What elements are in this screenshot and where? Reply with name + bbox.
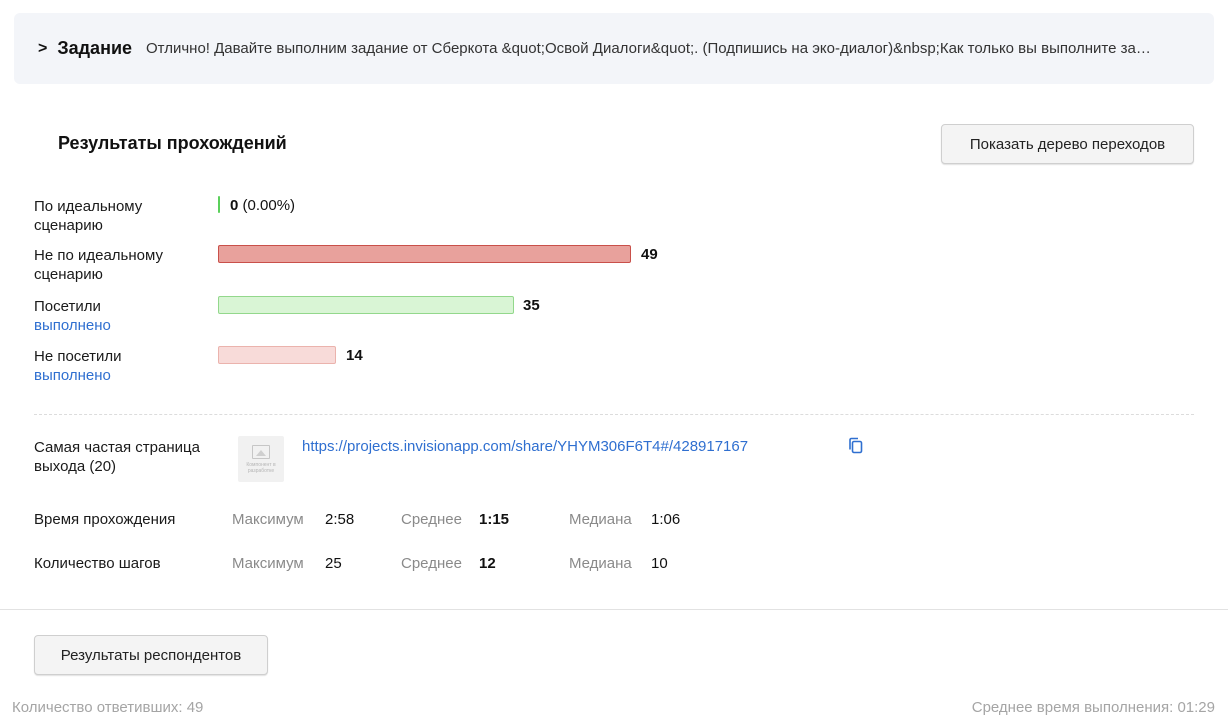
value-not-visited: 14 xyxy=(346,347,363,364)
row-label-text: Посетили xyxy=(34,298,101,315)
exit-page-url-link[interactable]: https://projects.invisionapp.com/share/Y… xyxy=(302,438,748,455)
value-ideal: 0 (0.00%) xyxy=(230,197,295,214)
value-ideal-count: 0 xyxy=(230,197,239,214)
image-placeholder-icon xyxy=(252,444,270,459)
bar-ideal xyxy=(218,196,220,213)
time-label: Время прохождения xyxy=(34,511,176,528)
steps-label: Количество шагов xyxy=(34,555,161,572)
respondents-results-button[interactable]: Результаты респондентов xyxy=(34,635,268,675)
thumbnail-caption: Компонент в разработке xyxy=(246,461,276,474)
time-median-label: Медиана xyxy=(569,511,632,528)
steps-max-label: Максимум xyxy=(232,555,304,572)
show-transition-tree-button[interactable]: Показать дерево переходов xyxy=(941,124,1194,164)
visited-completed-link[interactable]: выполнено xyxy=(34,316,204,335)
row-label-visited: Посетили выполнено xyxy=(34,297,204,335)
divider xyxy=(34,414,1194,415)
row-label-ideal: По идеальному сценарию xyxy=(34,197,204,235)
bar-not-visited xyxy=(218,346,336,364)
value-not-ideal: 49 xyxy=(641,246,658,263)
value-visited: 35 xyxy=(523,297,540,314)
bar-visited xyxy=(218,296,514,314)
task-description: Отлично! Давайте выполним задание от Сбе… xyxy=(146,40,1156,57)
time-max-label: Максимум xyxy=(232,511,304,528)
section-title: Результаты прохождений xyxy=(58,133,287,153)
steps-median-value: 10 xyxy=(651,555,668,572)
value-ideal-percent: (0.00%) xyxy=(242,197,296,214)
row-label-text: Не посетили xyxy=(34,348,122,365)
row-label-not-ideal: Не по идеальному сценарию xyxy=(34,246,204,284)
time-median-value: 1:06 xyxy=(651,511,681,528)
row-label-not-visited: Не посетили выполнено xyxy=(34,347,204,385)
copy-icon[interactable] xyxy=(848,437,864,455)
steps-max-value: 25 xyxy=(325,555,342,572)
steps-avg-value: 12 xyxy=(479,555,496,572)
time-avg-label: Среднее xyxy=(401,511,462,528)
steps-avg-label: Среднее xyxy=(401,555,462,572)
row-label-text: Не по идеальному сценарию xyxy=(34,247,163,283)
task-title: Задание xyxy=(57,38,133,58)
average-completion-time: Среднее время выполнения: 01:29 xyxy=(971,699,1215,716)
footer-divider xyxy=(0,609,1228,610)
exit-page-label: Самая частая страница выхода (20) xyxy=(34,439,200,475)
chevron-right-icon[interactable]: > xyxy=(38,40,47,58)
responders-count: Количество ответивших: 49 xyxy=(12,699,204,716)
task-panel[interactable]: > Задание Отлично! Давайте выполним зада… xyxy=(14,13,1214,84)
time-avg-value: 1:15 xyxy=(479,511,510,528)
row-label-text: По идеальному сценарию xyxy=(34,198,143,234)
exit-page-thumbnail[interactable]: Компонент в разработке xyxy=(238,436,284,482)
time-max-value: 2:58 xyxy=(325,511,355,528)
bar-not-ideal xyxy=(218,245,631,263)
steps-median-label: Медиана xyxy=(569,555,632,572)
not-visited-completed-link[interactable]: выполнено xyxy=(34,366,204,385)
